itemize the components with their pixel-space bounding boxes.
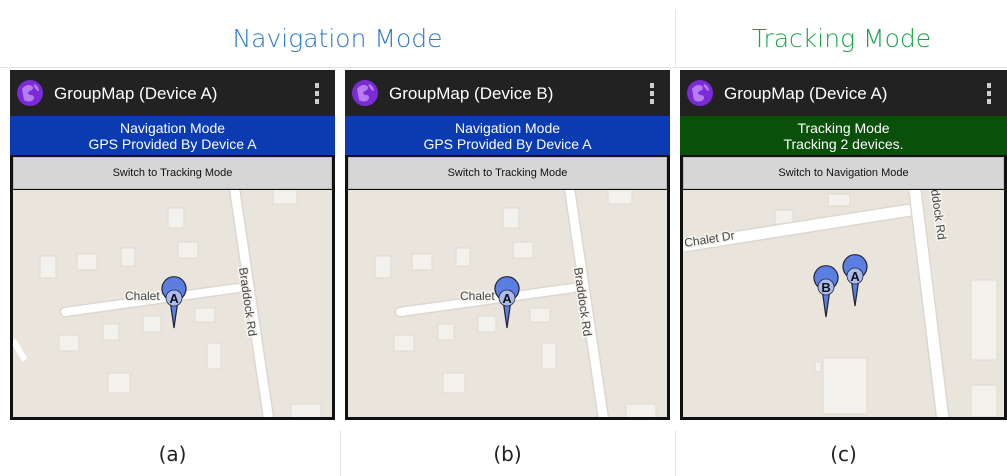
figure-caption: (b) <box>493 442 522 466</box>
svg-text:B: B <box>821 280 830 295</box>
globe-app-icon[interactable] <box>686 79 714 107</box>
switch-mode-button[interactable]: Switch to Navigation Mode <box>683 157 1004 189</box>
phone-screenshot-a: GroupMap (Device A) Navigation Mode GPS … <box>10 70 335 420</box>
banner-detail-text: GPS Provided By Device A <box>423 135 592 152</box>
caption-divider <box>675 430 676 476</box>
map-view[interactable]: Chalet Braddock Rd A <box>348 190 667 417</box>
map-view[interactable]: Chalet Dr ddock Rd B A <box>683 190 1004 417</box>
phone-screenshot-b: GroupMap (Device B) Navigation Mode GPS … <box>345 70 670 420</box>
status-banner: Navigation Mode GPS Provided By Device A <box>10 116 335 155</box>
svg-text:A: A <box>169 291 179 306</box>
overflow-menu-icon[interactable] <box>638 79 666 107</box>
app-title: GroupMap (Device A) <box>724 84 888 103</box>
banner-mode-text: Navigation Mode <box>119 119 226 136</box>
banner-detail-text: GPS Provided By Device A <box>88 135 257 152</box>
app-title: GroupMap (Device B) <box>389 84 554 103</box>
switch-mode-button[interactable]: Switch to Tracking Mode <box>348 157 667 189</box>
overflow-menu-icon[interactable] <box>975 79 1003 107</box>
banner-mode-text: Tracking Mode <box>797 119 890 136</box>
figure-caption: (a) <box>158 442 187 466</box>
caption-divider <box>340 430 341 476</box>
map-view[interactable]: Chalet Braddock Rd A <box>13 190 332 417</box>
navigation-mode-header-text: Navigation Mode <box>232 24 443 53</box>
navigation-mode-header: Navigation Mode <box>0 10 676 68</box>
app-title: GroupMap (Device A) <box>54 84 218 103</box>
street-label: Chalet <box>125 289 160 303</box>
tracking-mode-header-text: Tracking Mode <box>751 24 932 53</box>
banner-mode-text: Navigation Mode <box>454 119 561 136</box>
street-label: Chalet <box>460 289 495 303</box>
action-bar: GroupMap (Device B) <box>345 70 670 116</box>
globe-app-icon[interactable] <box>351 79 379 107</box>
banner-detail-text: Tracking 2 devices. <box>783 135 904 152</box>
status-banner: Navigation Mode GPS Provided By Device A <box>345 116 670 155</box>
globe-app-icon[interactable] <box>16 79 44 107</box>
figure-caption: (c) <box>830 442 857 466</box>
action-bar: GroupMap (Device A) <box>680 70 1007 116</box>
tracking-mode-header: Tracking Mode <box>676 10 1007 68</box>
switch-mode-button[interactable]: Switch to Tracking Mode <box>13 157 332 189</box>
svg-text:A: A <box>850 269 860 284</box>
action-bar: GroupMap (Device A) <box>10 70 335 116</box>
overflow-menu-icon[interactable] <box>303 79 331 107</box>
svg-text:A: A <box>502 291 512 306</box>
phone-screenshot-c: GroupMap (Device A) Tracking Mode Tracki… <box>680 70 1007 420</box>
status-banner: Tracking Mode Tracking 2 devices. <box>680 116 1007 155</box>
